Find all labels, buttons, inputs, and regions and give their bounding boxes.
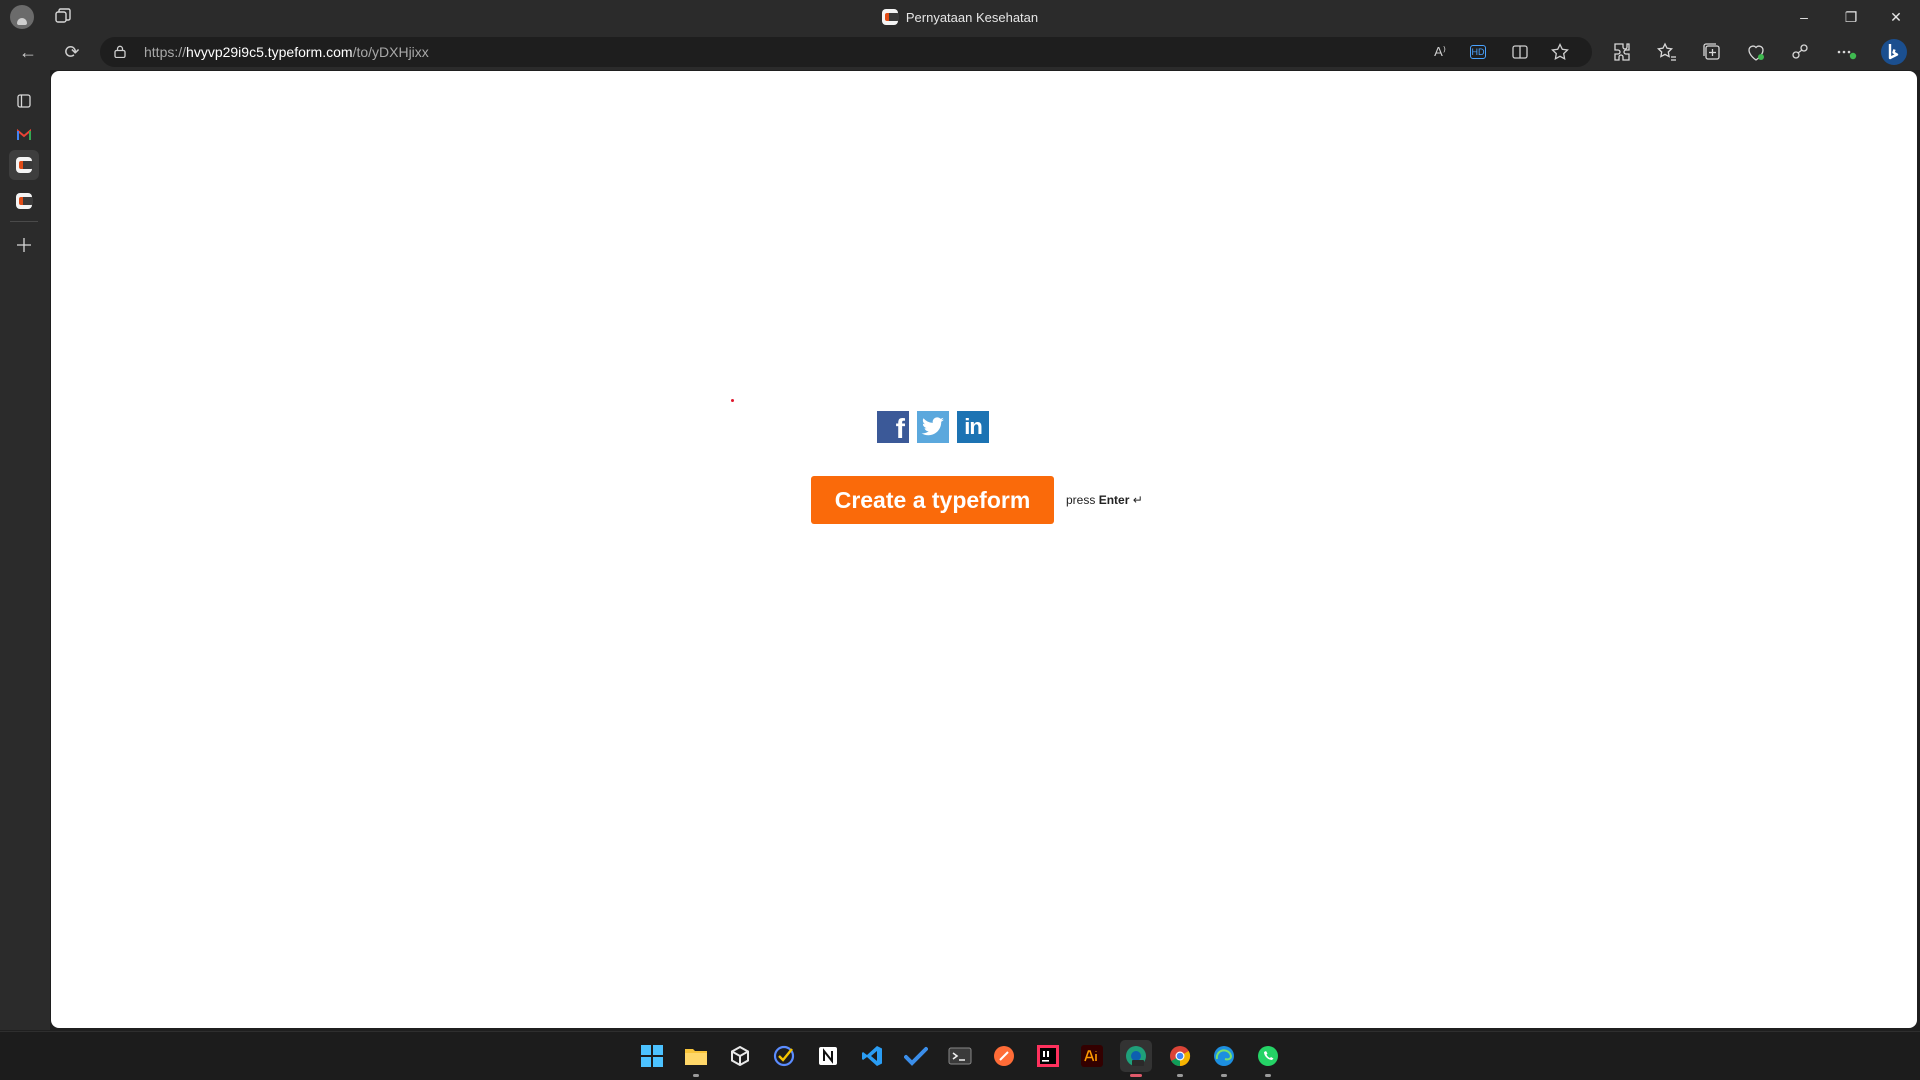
unity-hub-icon[interactable] — [724, 1040, 756, 1072]
window-title: Pernyataan Kesehatan — [0, 0, 1920, 34]
hint-press-text: press — [1066, 493, 1096, 507]
collections-icon[interactable] — [1700, 40, 1724, 64]
typeform-tab-active[interactable] — [9, 150, 39, 180]
url-text[interactable]: https://hvyvp29i9c5.typeform.com/to/yDXH… — [144, 37, 429, 67]
running-indicator — [1265, 1074, 1271, 1077]
chrome-logo-icon — [1170, 1046, 1191, 1067]
share-icon[interactable] — [1788, 40, 1812, 64]
windows-logo-icon — [641, 1045, 663, 1067]
typeform-favicon-icon — [16, 157, 33, 173]
notion-n-icon — [819, 1047, 837, 1065]
terminal-prompt-icon — [948, 1047, 972, 1065]
microsoft-todo-icon[interactable] — [900, 1040, 932, 1072]
intellij-logo-icon — [1037, 1045, 1059, 1067]
cube-icon — [731, 1046, 749, 1066]
folder-icon — [685, 1049, 707, 1065]
social-share-icons: f in — [877, 411, 989, 443]
file-explorer-icon[interactable] — [680, 1040, 712, 1077]
minimize-button[interactable]: – — [1782, 0, 1826, 34]
back-button[interactable]: ← — [14, 38, 42, 66]
split-screen-icon[interactable] — [1510, 42, 1530, 62]
notion-icon[interactable] — [812, 1040, 844, 1072]
more-options-icon[interactable] — [1834, 40, 1858, 64]
gmail-tab-icon[interactable] — [9, 120, 39, 150]
lock-icon[interactable] — [114, 45, 126, 58]
running-indicator — [1130, 1074, 1142, 1077]
windows-taskbar — [0, 1031, 1920, 1080]
favorites-icon[interactable] — [1655, 40, 1679, 64]
edge-wave-icon — [1214, 1046, 1234, 1066]
new-tab-plus-icon[interactable] — [9, 230, 39, 260]
address-bar[interactable]: https://hvyvp29i9c5.typeform.com/to/yDXH… — [100, 37, 1592, 67]
vscode-logo-icon — [862, 1046, 882, 1066]
press-enter-hint: press Enter ↵ — [1066, 493, 1143, 507]
terminal-icon[interactable] — [944, 1040, 976, 1072]
todo-check-icon[interactable] — [768, 1040, 800, 1072]
favorite-star-icon[interactable] — [1550, 42, 1570, 62]
whatsapp-icon[interactable] — [1252, 1040, 1284, 1077]
check-circle-icon — [773, 1045, 795, 1067]
enter-return-icon: ↵ — [1132, 493, 1143, 507]
create-typeform-button[interactable]: Create a typeform — [811, 476, 1054, 524]
url-scheme: https:// — [144, 44, 187, 60]
twitter-bird-icon — [921, 417, 944, 436]
close-button[interactable]: ✕ — [1874, 0, 1918, 34]
chrome-icon[interactable] — [1164, 1040, 1196, 1077]
extensions-icon[interactable] — [1610, 40, 1634, 64]
typeform-favicon-icon — [16, 193, 33, 209]
running-indicator — [1177, 1074, 1183, 1077]
read-aloud-icon[interactable]: A⁾ — [1430, 42, 1450, 62]
start-windows-icon[interactable] — [636, 1040, 668, 1072]
loading-dot — [731, 399, 734, 402]
restore-button[interactable]: ❐ — [1829, 0, 1873, 34]
illustrator-logo-icon — [1081, 1045, 1103, 1067]
typeform-tab[interactable] — [9, 186, 39, 216]
linkedin-icon[interactable]: in — [957, 411, 989, 443]
running-indicator — [693, 1074, 699, 1077]
copilot-icon[interactable] — [1880, 38, 1908, 66]
edge-logo-icon — [1126, 1046, 1146, 1066]
url-host: hvyvp29i9c5.typeform.com — [186, 44, 353, 60]
url-path: /to/yDXHjixx — [352, 44, 429, 60]
twitter-icon[interactable] — [917, 411, 949, 443]
intellij-icon[interactable] — [1032, 1040, 1064, 1072]
vertical-tabs-sidebar — [0, 70, 50, 1030]
whatsapp-logo-icon — [1258, 1046, 1278, 1066]
edge-dev-icon[interactable] — [1120, 1040, 1152, 1077]
web-page-content — [51, 71, 1917, 1028]
sidebar-divider — [10, 221, 38, 222]
tab-title: Pernyataan Kesehatan — [905, 9, 1039, 25]
tab-actions-icon[interactable] — [9, 86, 39, 116]
edge-icon[interactable] — [1208, 1040, 1240, 1077]
illustrator-icon[interactable] — [1076, 1040, 1108, 1072]
browser-essentials-icon[interactable] — [1744, 40, 1768, 64]
refresh-button[interactable]: ⟳ — [58, 38, 86, 66]
vscode-icon[interactable] — [856, 1040, 888, 1072]
facebook-icon[interactable]: f — [877, 411, 909, 443]
title-bar: Pernyataan Kesehatan – ❐ ✕ — [0, 0, 1920, 34]
running-indicator — [1221, 1074, 1227, 1077]
postman-logo-icon — [994, 1046, 1014, 1066]
checkmark-icon — [904, 1047, 928, 1066]
hint-enter-key: Enter — [1098, 493, 1130, 507]
hd-video-icon[interactable]: HD — [1470, 45, 1486, 59]
postman-icon[interactable] — [988, 1040, 1020, 1072]
typeform-favicon-icon — [881, 9, 899, 25]
browser-toolbar: ← ⟳ https://hvyvp29i9c5.typeform.com/to/… — [0, 34, 1920, 70]
